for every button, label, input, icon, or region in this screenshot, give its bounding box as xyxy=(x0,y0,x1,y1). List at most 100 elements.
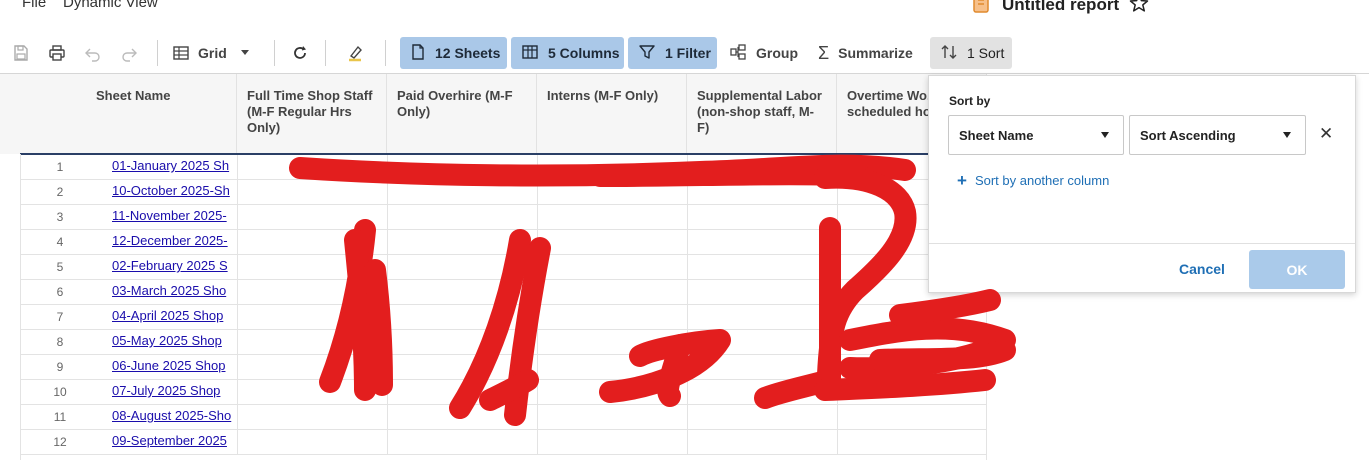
table-cell[interactable] xyxy=(537,155,687,179)
cancel-button[interactable]: Cancel xyxy=(1179,261,1225,277)
table-cell[interactable] xyxy=(687,280,837,304)
column-header-sheet-name[interactable]: Sheet Name xyxy=(20,74,237,154)
add-sort-column-link[interactable]: + Sort by another column xyxy=(957,172,1109,189)
filter-button[interactable]: 1 Filter xyxy=(628,37,717,69)
column-header-interns[interactable]: Interns (M-F Only) xyxy=(537,74,687,154)
table-cell[interactable] xyxy=(387,230,537,254)
table-cell[interactable] xyxy=(387,155,537,179)
sort-order-select[interactable]: Sort Ascending xyxy=(1129,115,1306,155)
highlight-button[interactable] xyxy=(342,37,368,69)
save-button[interactable] xyxy=(8,37,34,69)
star-icon[interactable] xyxy=(1129,0,1149,18)
sheet-name-link[interactable]: 04-April 2025 Shop xyxy=(112,305,236,329)
sheets-button[interactable]: 12 Sheets xyxy=(400,37,507,69)
table-cell[interactable] xyxy=(537,405,687,429)
table-cell[interactable] xyxy=(387,355,537,379)
table-row[interactable]: 3 11-November 2025- xyxy=(20,205,987,230)
table-row[interactable]: 5 02-February 2025 S xyxy=(20,255,987,280)
table-cell[interactable] xyxy=(237,430,387,454)
table-cell[interactable] xyxy=(687,380,837,404)
table-cell[interactable] xyxy=(237,305,387,329)
table-cell[interactable] xyxy=(387,405,537,429)
table-cell[interactable] xyxy=(537,280,687,304)
table-cell[interactable] xyxy=(837,380,987,404)
sheet-name-link[interactable]: 08-August 2025-Sho xyxy=(112,405,236,429)
table-row[interactable]: 9 06-June 2025 Shop xyxy=(20,355,987,380)
table-row[interactable]: 12 09-September 2025 xyxy=(20,430,987,455)
table-cell[interactable] xyxy=(387,430,537,454)
summarize-button[interactable]: Σ Summarize xyxy=(808,37,924,69)
table-cell[interactable] xyxy=(687,430,837,454)
undo-button[interactable] xyxy=(80,37,106,69)
remove-sort-button[interactable]: ✕ xyxy=(1319,124,1333,144)
sheet-name-link[interactable]: 01-January 2025 Sh xyxy=(112,155,236,179)
table-row[interactable]: 10 07-July 2025 Shop xyxy=(20,380,987,405)
table-cell[interactable] xyxy=(687,405,837,429)
table-cell[interactable] xyxy=(687,305,837,329)
sort-button[interactable]: 1 Sort xyxy=(930,37,1012,69)
table-cell[interactable] xyxy=(237,255,387,279)
sheet-name-link[interactable]: 11-November 2025- xyxy=(112,205,236,229)
print-button[interactable] xyxy=(44,37,70,69)
column-header-paid-overhire[interactable]: Paid Overhire (M-F Only) xyxy=(387,74,537,154)
table-cell[interactable] xyxy=(387,180,537,204)
sheet-name-link[interactable]: 02-February 2025 S xyxy=(112,255,236,279)
table-row[interactable]: 4 12-December 2025- xyxy=(20,230,987,255)
sheet-name-link[interactable]: 05-May 2025 Shop xyxy=(112,330,236,354)
menu-dynamic-view[interactable]: Dynamic View xyxy=(63,0,158,11)
table-cell[interactable] xyxy=(537,380,687,404)
table-row[interactable]: 2 10-October 2025-Sh xyxy=(20,180,987,205)
table-cell[interactable] xyxy=(387,280,537,304)
table-cell[interactable] xyxy=(387,330,537,354)
table-row[interactable]: 8 05-May 2025 Shop xyxy=(20,330,987,355)
view-grid-dropdown[interactable]: Grid xyxy=(172,37,264,69)
table-cell[interactable] xyxy=(537,255,687,279)
sheet-name-link[interactable]: 03-March 2025 Sho xyxy=(112,280,236,304)
report-title[interactable]: Untitled report xyxy=(1002,0,1119,15)
table-row[interactable]: 7 04-April 2025 Shop xyxy=(20,305,987,330)
table-cell[interactable] xyxy=(237,380,387,404)
table-cell[interactable] xyxy=(387,255,537,279)
table-cell[interactable] xyxy=(687,330,837,354)
table-row[interactable]: 11 08-August 2025-Sho xyxy=(20,405,987,430)
table-cell[interactable] xyxy=(537,205,687,229)
table-cell[interactable] xyxy=(387,305,537,329)
menu-file[interactable]: File xyxy=(22,0,46,11)
table-cell[interactable] xyxy=(837,405,987,429)
table-cell[interactable] xyxy=(387,380,537,404)
table-cell[interactable] xyxy=(387,205,537,229)
table-cell[interactable] xyxy=(687,155,837,179)
sheet-name-link[interactable]: 06-June 2025 Shop xyxy=(112,355,236,379)
sheet-name-link[interactable]: 09-September 2025 xyxy=(112,430,236,454)
redo-button[interactable] xyxy=(116,37,142,69)
table-row[interactable]: 6 03-March 2025 Sho xyxy=(20,280,987,305)
table-cell[interactable] xyxy=(837,330,987,354)
columns-button[interactable]: 5 Columns xyxy=(511,37,624,69)
sheet-name-link[interactable]: 07-July 2025 Shop xyxy=(112,380,236,404)
table-cell[interactable] xyxy=(537,355,687,379)
table-cell[interactable] xyxy=(837,305,987,329)
table-cell[interactable] xyxy=(237,355,387,379)
table-row[interactable]: 1 01-January 2025 Sh xyxy=(20,155,987,180)
ok-button[interactable]: OK xyxy=(1249,250,1345,289)
table-cell[interactable] xyxy=(537,180,687,204)
sort-field-select[interactable]: Sheet Name xyxy=(948,115,1124,155)
table-cell[interactable] xyxy=(687,205,837,229)
table-cell[interactable] xyxy=(237,180,387,204)
column-header-full-time-shop-staff[interactable]: Full Time Shop Staff (M-F Regular Hrs On… xyxy=(237,74,387,154)
table-cell[interactable] xyxy=(237,155,387,179)
table-cell[interactable] xyxy=(687,355,837,379)
table-cell[interactable] xyxy=(537,305,687,329)
table-cell[interactable] xyxy=(537,230,687,254)
column-header-supplemental-labor[interactable]: Supplemental Labor (non-shop staff, M-F) xyxy=(687,74,837,154)
table-cell[interactable] xyxy=(837,355,987,379)
sheet-name-link[interactable]: 12-December 2025- xyxy=(112,230,236,254)
table-cell[interactable] xyxy=(537,430,687,454)
table-cell[interactable] xyxy=(237,405,387,429)
table-cell[interactable] xyxy=(687,230,837,254)
table-cell[interactable] xyxy=(237,205,387,229)
table-cell[interactable] xyxy=(537,330,687,354)
table-cell[interactable] xyxy=(837,430,987,454)
table-cell[interactable] xyxy=(237,280,387,304)
refresh-button[interactable] xyxy=(287,37,313,69)
